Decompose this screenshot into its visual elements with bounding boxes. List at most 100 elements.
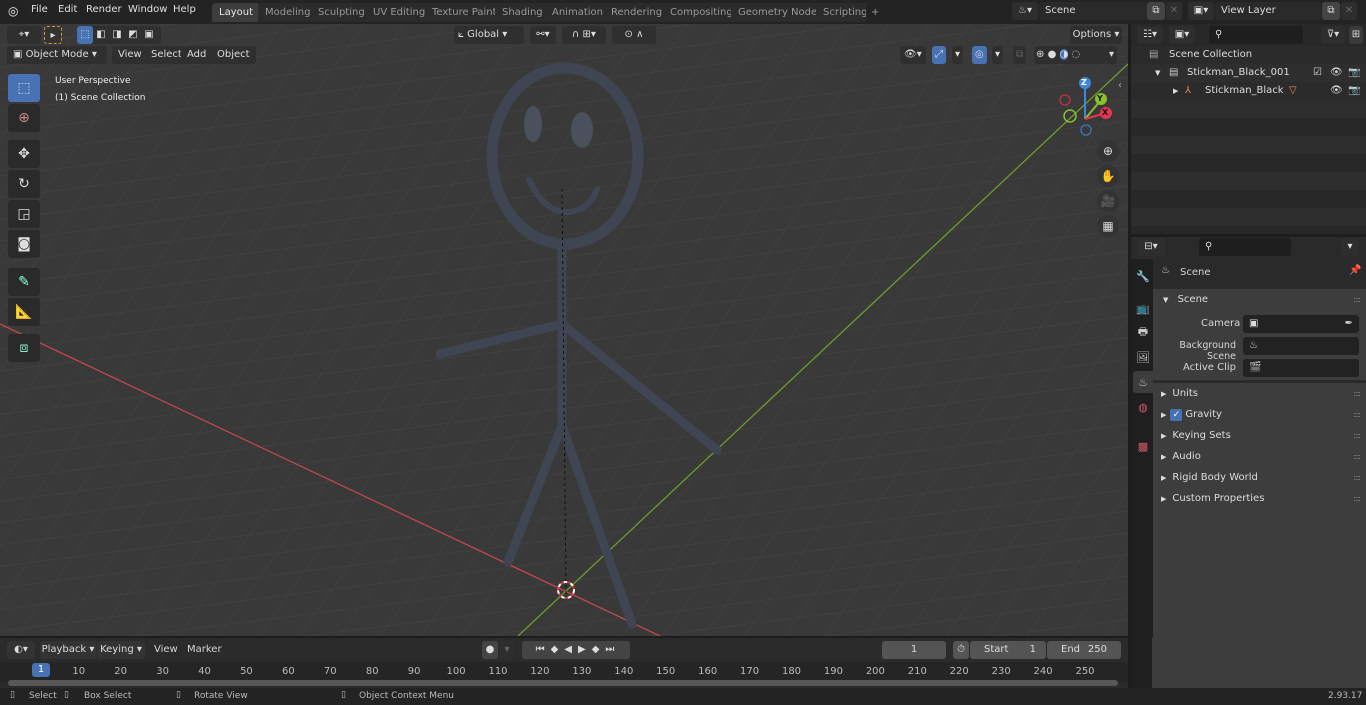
panel-scene-header[interactable]: ▼ Scene :::: (1153, 289, 1366, 310)
panel-gravity[interactable]: ▶ ✓ Gravity:::: (1153, 404, 1366, 425)
overlays-dropdown[interactable]: ▾ (992, 46, 1004, 64)
visibility-dropdown[interactable]: 👁▾ (900, 46, 926, 64)
properties-editor-type-icon[interactable]: ⊟▾ (1137, 238, 1165, 256)
timeline-editor-type-icon[interactable]: ◐▾ (7, 641, 35, 659)
tab-uv-editing[interactable]: UV Editing (366, 3, 433, 22)
expand-arrow-icon[interactable]: ▼ (1155, 64, 1160, 82)
outliner-row-armature[interactable]: ▶ ⅄ Stickman_Black ▽ 👁 📷 (1131, 82, 1366, 100)
viewport-menu-add[interactable]: Add (181, 46, 213, 64)
eyedropper-icon[interactable]: ✒ (1345, 315, 1353, 333)
tool-transform[interactable]: ◙ (8, 230, 40, 258)
gizmo-x-label[interactable]: X (1102, 108, 1108, 117)
gravity-checkbox[interactable]: ✓ (1170, 409, 1183, 421)
tab-animation[interactable]: Animation (545, 3, 610, 22)
prev-keyframe-icon[interactable]: ◆ (551, 644, 565, 655)
menu-edit[interactable]: Edit (58, 4, 77, 15)
output-tab-icon[interactable]: 🖶 (1133, 321, 1153, 343)
tool-scale[interactable]: ◲ (8, 200, 40, 228)
tool-measure[interactable]: 📐 (8, 298, 40, 326)
transform-orientation-dropdown[interactable]: ⟀ Global ▾ (454, 26, 524, 44)
tool-annotate[interactable]: ✎ (8, 268, 40, 296)
pan-view-icon[interactable]: ✋ (1097, 165, 1119, 187)
editor-type-icon[interactable]: ⌖▾ (7, 26, 41, 44)
blender-logo-icon[interactable]: ◎ (8, 4, 18, 18)
panel-custom-properties[interactable]: ▶ Custom Properties:::: (1153, 488, 1366, 509)
viewport-menu-object[interactable]: Object (211, 46, 256, 64)
menu-render[interactable]: Render (86, 4, 122, 15)
outliner-row-collection[interactable]: ▼ ▤ Stickman_Black_001 ☑ 👁 📷 (1131, 64, 1366, 82)
tab-rendering[interactable]: Rendering (604, 3, 670, 22)
start-frame-field[interactable]: Start 1 (970, 641, 1046, 659)
next-keyframe-icon[interactable]: ◆ (592, 644, 606, 655)
render-tab-icon[interactable]: 📺 (1133, 297, 1153, 319)
menu-help[interactable]: Help (173, 4, 196, 15)
tweak-tool-icon[interactable]: ▸ (44, 26, 62, 44)
view-layer-icon[interactable]: ▣▾ (1188, 2, 1214, 20)
tool-cursor[interactable]: ⊕ (8, 104, 40, 132)
pin-icon[interactable]: 📌 (1349, 265, 1361, 276)
render-camera-icon[interactable]: 📷 (1348, 82, 1360, 100)
tab-layout[interactable]: Layout (212, 3, 260, 22)
drag-grip-icon[interactable]: :::: (1353, 446, 1361, 467)
menu-file[interactable]: File (31, 4, 48, 15)
options-dropdown[interactable]: Options ▾ (1070, 26, 1122, 44)
expand-arrow-icon[interactable]: ▶ (1173, 82, 1178, 100)
add-workspace-icon[interactable]: + (866, 3, 885, 22)
pivot-point-icon[interactable]: ⚯▾ (530, 26, 556, 44)
tab-geometry-nodes[interactable]: Geometry Nodes (731, 3, 830, 22)
timeline-menu-marker[interactable]: Marker (187, 644, 222, 655)
keying-dropdown[interactable]: Keying ▾ (97, 641, 145, 659)
current-frame-field[interactable]: 1 (882, 641, 946, 659)
scene-type-icon[interactable]: ♨▾ (1012, 2, 1038, 20)
play-reverse-icon[interactable]: ◀ (564, 644, 578, 655)
properties-search-input[interactable]: ⚲ (1199, 238, 1291, 256)
playback-dropdown[interactable]: Playback ▾ (40, 641, 96, 659)
auto-keying-icon[interactable]: ● (482, 641, 498, 659)
drag-grip-icon[interactable]: :::: (1353, 404, 1361, 425)
texture-tab-icon[interactable]: ▩ (1133, 435, 1153, 457)
zoom-view-icon[interactable]: ⊕ (1097, 140, 1119, 162)
tool-add-cube[interactable]: ⧈ (8, 334, 40, 362)
timeline-menu-view[interactable]: View (154, 644, 178, 655)
new-collection-icon[interactable]: ⊞ (1349, 26, 1363, 44)
solid-shading-icon[interactable]: ● (1048, 49, 1057, 60)
auto-keying-dropdown[interactable]: ▾ (499, 641, 515, 659)
filter-dropdown[interactable]: ⊽▾ (1321, 26, 1345, 44)
jump-end-icon[interactable]: ⏭ (605, 644, 620, 655)
render-camera-icon[interactable]: 📷 (1348, 64, 1360, 82)
tab-shading[interactable]: Shading (495, 3, 550, 22)
xray-toggle-icon[interactable]: ⧉ (1013, 46, 1027, 64)
drag-grip-icon[interactable]: :::: (1353, 488, 1361, 509)
timeline-scrollbar[interactable] (8, 680, 1118, 686)
outliner-row-scene-collection[interactable]: ▤ Scene Collection (1131, 46, 1366, 64)
select-subtract-icon[interactable]: ◨ (109, 26, 125, 44)
3d-viewport[interactable]: Z Y X ⌖▾ ▸ ⬚ ◧ ◨ ◩ ▣ ⟀ Global ▾ ⚯▾ ∩ ⊞▾ ⊙ ∧ … (0, 24, 1128, 636)
tab-compositing[interactable]: Compositing (663, 3, 740, 22)
armature-data-icon[interactable]: ▽ (1289, 82, 1297, 100)
delete-view-layer-icon[interactable]: ✕ (1341, 2, 1357, 20)
material-shading-icon[interactable]: ◑ (1059, 49, 1069, 60)
proportional-editing-toggle[interactable]: ⊙ ∧ (612, 26, 656, 44)
drag-grip-icon[interactable]: :::: (1353, 383, 1361, 404)
tool-tab-icon[interactable]: 🔧 (1133, 265, 1153, 287)
tab-texture-paint[interactable]: Texture Paint (425, 3, 504, 22)
tab-modeling[interactable]: Modeling (258, 3, 318, 22)
playhead[interactable]: 1 (32, 663, 50, 677)
new-scene-icon[interactable]: ⧉ (1147, 2, 1165, 20)
menu-window[interactable]: Window (128, 4, 167, 15)
select-extend-icon[interactable]: ◧ (93, 26, 109, 44)
viewport-menu-view[interactable]: View (112, 46, 148, 64)
drag-grip-icon[interactable]: :::: (1353, 289, 1361, 310)
panel-keying-sets[interactable]: ▶ Keying Sets:::: (1153, 425, 1366, 446)
select-intersect-icon[interactable]: ▣ (141, 26, 157, 44)
end-frame-field[interactable]: End 250 (1047, 641, 1121, 659)
camera-field[interactable]: ▣ ✒ (1243, 315, 1359, 333)
scene-tab-icon[interactable]: ♨ (1133, 371, 1153, 393)
panel-rigid-body-world[interactable]: ▶ Rigid Body World:::: (1153, 467, 1366, 488)
visibility-eye-icon[interactable]: 👁 (1330, 82, 1343, 100)
jump-start-icon[interactable]: ⏮ (536, 644, 551, 655)
delete-scene-icon[interactable]: ✕ (1166, 2, 1182, 20)
drag-grip-icon[interactable]: :::: (1353, 425, 1361, 446)
tool-move[interactable]: ✥ (8, 140, 40, 168)
wireframe-shading-icon[interactable]: ⊕ (1036, 49, 1044, 60)
